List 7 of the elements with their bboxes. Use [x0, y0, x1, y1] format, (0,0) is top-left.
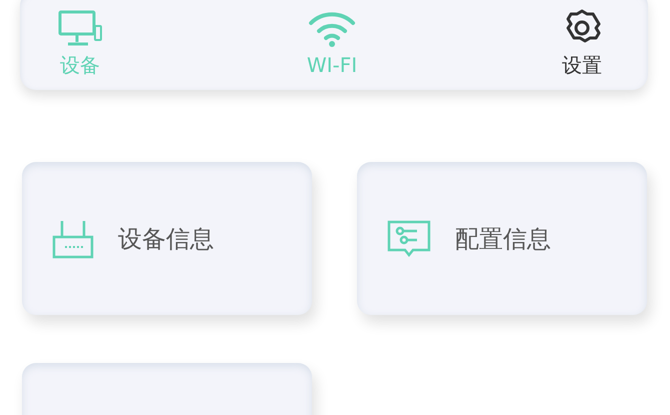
- menu-card[interactable]: 设备信息: [22, 162, 312, 315]
- monitor-icon: [58, 10, 102, 48]
- menu-card[interactable]: 配置信息: [357, 162, 647, 315]
- config-message-icon: [387, 220, 431, 258]
- wifi-icon: [306, 10, 357, 48]
- router-icon: [52, 218, 94, 258]
- nav-tab[interactable]: 设置: [562, 8, 602, 76]
